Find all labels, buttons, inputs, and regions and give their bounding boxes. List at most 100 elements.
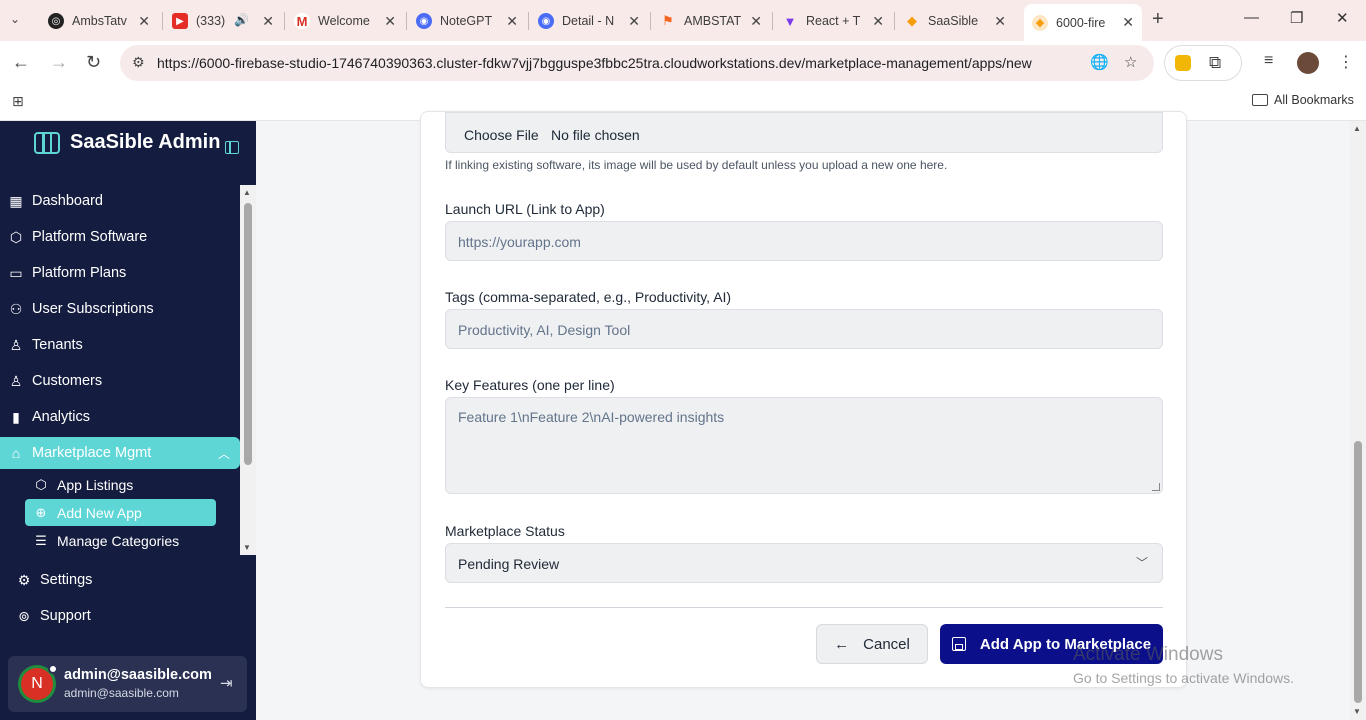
image-file-input[interactable]: Choose File No file chosen [445, 112, 1163, 153]
launch-url-input[interactable]: https://yourapp.com [445, 221, 1163, 261]
browser-tab[interactable]: ◎ AmbsTatv ✕ [40, 7, 158, 35]
page-scrollbar[interactable]: ▲ ▼ [1350, 121, 1366, 720]
user-card[interactable]: N admin@saasible.com admin@saasible.com … [8, 656, 247, 712]
sidebar-item-user-subscriptions[interactable]: ⚇ User Subscriptions [0, 293, 240, 325]
new-tab-icon[interactable]: + [1152, 8, 1164, 31]
close-tab-icon[interactable]: ✕ [994, 13, 1006, 29]
tags-input[interactable]: Productivity, AI, Design Tool [445, 309, 1163, 349]
sidebar-item-platform-plans[interactable]: ▭ Platform Plans [0, 257, 240, 289]
tab-search-chevron-icon[interactable]: ⌄ [10, 12, 20, 26]
back-icon[interactable]: ← [12, 52, 30, 73]
resize-handle-icon[interactable] [1152, 483, 1160, 491]
menu-kebab-icon[interactable]: ⋮ [1338, 52, 1354, 72]
users-icon: ⚇ [9, 300, 23, 317]
minimize-icon[interactable]: — [1244, 9, 1259, 26]
logout-icon[interactable]: ⇥ [220, 674, 233, 692]
forward-icon[interactable]: → [50, 52, 68, 73]
key-features-textarea[interactable]: Feature 1\nFeature 2\nAI-powered insight… [445, 397, 1163, 494]
site-info-icon[interactable]: ⚙ [132, 54, 145, 71]
close-tab-icon[interactable]: ✕ [1122, 14, 1134, 30]
sidebar-subitem-app-listings[interactable]: ⬡ App Listings [25, 471, 216, 498]
close-tab-icon[interactable]: ✕ [138, 13, 150, 29]
puzzle-icon[interactable]: ⧉ [1209, 53, 1221, 73]
status-dot [48, 664, 58, 674]
sidebar-subitem-add-new-app[interactable]: ⊕ Add New App [25, 499, 216, 526]
tab-favicon-icon: ◎ [48, 13, 64, 29]
address-bar[interactable]: ⚙ https://6000-firebase-studio-174674039… [120, 45, 1154, 81]
close-tab-icon[interactable]: ✕ [628, 13, 640, 29]
vite-icon: ▼ [783, 13, 797, 29]
sidebar-item-settings[interactable]: ⚙ Settings [8, 564, 248, 596]
tab-favicon-icon: ◉ [538, 13, 554, 29]
save-icon [951, 637, 966, 651]
browser-tab[interactable]: M Welcome ✕ [286, 7, 404, 35]
scroll-up-icon[interactable]: ▲ [243, 188, 251, 197]
browser-tab-active[interactable]: ◆ 6000-fire ✕ [1024, 4, 1142, 41]
arrow-left-icon: ← [834, 635, 850, 653]
sidebar-item-marketplace-mgmt[interactable]: ⌂ Marketplace Mgmt ︿ [0, 437, 240, 469]
add-app-form-card: Choose File No file chosen If linking ex… [420, 111, 1187, 688]
tags-label: Tags (comma-separated, e.g., Productivit… [445, 289, 732, 305]
all-bookmarks[interactable]: All Bookmarks [1252, 93, 1354, 107]
dashboard-icon: ▦ [9, 192, 23, 209]
user-name: admin@saasible.com [64, 667, 212, 683]
browser-tab[interactable]: ⚑ AMBSTAT ✕ [652, 7, 770, 35]
scrollbar-thumb[interactable] [1354, 441, 1362, 703]
user-icon: ♙ [9, 336, 23, 353]
sidebar-item-analytics[interactable]: ▮ Analytics [0, 401, 240, 433]
sidebar-subitem-manage-categories[interactable]: ☰ Manage Categories [25, 527, 216, 554]
launch-url-label: Launch URL (Link to App) [445, 201, 605, 217]
extension-icon[interactable] [1175, 55, 1191, 71]
box-icon: ⬡ [35, 476, 47, 492]
chevron-down-icon: ﹀ [1135, 556, 1148, 570]
sidebar-toggle-icon[interactable] [225, 141, 239, 154]
close-tab-icon[interactable]: ✕ [506, 13, 518, 29]
scroll-down-icon[interactable]: ▼ [1353, 707, 1361, 716]
close-window-icon[interactable]: ✕ [1336, 9, 1349, 27]
marketplace-status-label: Marketplace Status [445, 523, 565, 539]
url-text[interactable]: https://6000-firebase-studio-17467403903… [157, 55, 1032, 71]
profile-avatar[interactable] [1297, 52, 1319, 74]
chevron-up-icon: ︿ [217, 447, 230, 461]
scrollbar-thumb[interactable] [244, 203, 252, 465]
gmail-icon: M [294, 13, 310, 29]
restore-icon[interactable]: ❐ [1290, 9, 1303, 27]
cancel-button[interactable]: ← Cancel [816, 624, 928, 664]
close-tab-icon[interactable]: ✕ [872, 13, 884, 29]
audio-icon[interactable]: 🔊 [234, 13, 249, 27]
browser-tab[interactable]: ▶ (333) 🔊 ✕ [164, 7, 282, 35]
browser-tab[interactable]: ▼ React + T ✕ [774, 7, 892, 35]
apps-grid-icon[interactable]: ⊞ [12, 93, 24, 110]
sidebar-item-support[interactable]: ⊚ Support [8, 600, 248, 632]
scroll-up-icon[interactable]: ▲ [1353, 124, 1361, 133]
plus-circle-icon: ⊕ [35, 504, 47, 520]
scroll-down-icon[interactable]: ▼ [243, 543, 251, 552]
marketplace-status-select[interactable]: Pending Review ﹀ [445, 543, 1163, 583]
close-tab-icon[interactable]: ✕ [262, 13, 274, 29]
browser-tab[interactable]: ◉ Detail - N ✕ [530, 7, 648, 35]
sidebar-scrollbar[interactable]: ▲ ▼ [240, 185, 256, 555]
choose-file-button[interactable]: Choose File [464, 127, 539, 143]
tab-favicon-icon: ⚑ [662, 13, 674, 28]
close-tab-icon[interactable]: ✕ [384, 13, 396, 29]
sidebar-item-customers[interactable]: ♙ Customers [0, 365, 240, 397]
media-icon[interactable]: ≡ [1264, 52, 1273, 70]
translate-icon[interactable]: 🌐 [1090, 53, 1109, 71]
browser-tab[interactable]: ◆ SaaSible ✕ [896, 7, 1014, 35]
user-email: admin@saasible.com [64, 686, 179, 700]
reload-icon[interactable]: ↻ [86, 52, 101, 73]
close-tab-icon[interactable]: ✕ [750, 13, 762, 29]
sidebar-item-platform-software[interactable]: ⬡ Platform Software [0, 221, 240, 253]
sidebar-item-tenants[interactable]: ♙ Tenants [0, 329, 240, 361]
key-features-label: Key Features (one per line) [445, 377, 615, 393]
extensions-area[interactable]: ⧉ [1164, 45, 1242, 81]
brand-name: SaaSible Admin [70, 131, 221, 153]
help-icon: ⊚ [18, 607, 30, 624]
folder-icon [1252, 94, 1268, 106]
brand[interactable]: SaaSible Admin [34, 131, 220, 154]
sidebar-item-dashboard[interactable]: ▦ Dashboard [0, 185, 240, 217]
bookmark-star-icon[interactable]: ☆ [1124, 53, 1137, 71]
avatar[interactable]: N [18, 664, 58, 703]
browser-toolbar: ← → ↻ ⚙ https://6000-firebase-studio-174… [0, 41, 1366, 85]
browser-tab[interactable]: ◉ NoteGPT ✕ [408, 7, 526, 35]
